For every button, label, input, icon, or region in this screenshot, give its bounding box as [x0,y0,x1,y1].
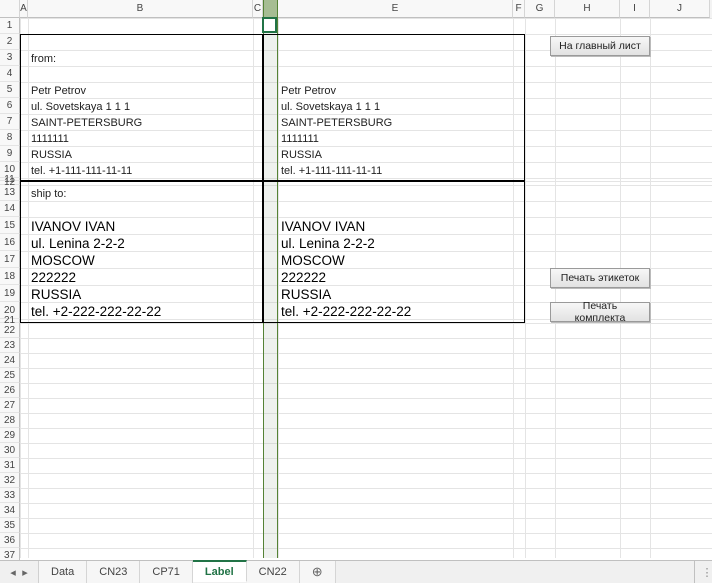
ship-country-copy: RUSSIA [278,285,334,302]
from-country-copy: RUSSIA [278,146,325,162]
column-header-A[interactable]: A [20,0,28,18]
row-header-1[interactable]: 1 [0,18,20,34]
row-header-35[interactable]: 35 [0,518,20,533]
from-name-copy: Petr Petrov [278,82,339,98]
from-tel-copy: tel. +1-111-111-11-11 [278,162,385,178]
sheet-tab-cp71[interactable]: CP71 [140,561,193,583]
row-header-23[interactable]: 23 [0,338,20,353]
from-country: RUSSIA [28,146,75,162]
row-header-9[interactable]: 9 [0,146,20,162]
from-name: Petr Petrov [28,82,89,98]
from-label: from: [28,50,59,66]
row-header-26[interactable]: 26 [0,383,20,398]
row-header-6[interactable]: 6 [0,98,20,114]
from-city-copy: SAINT-PETERSBURG [278,114,395,130]
sheet-tab-label[interactable]: Label [193,560,247,582]
from-zip: 1111111 [28,130,72,146]
ship-name: IVANOV IVAN [28,217,118,234]
sheet-tab-cn23[interactable]: CN23 [87,561,140,583]
print-set-button[interactable]: Печать комплекта [550,302,650,322]
row-header-2[interactable]: 2 [0,34,20,50]
selected-column-highlight [263,0,278,558]
ship-zip-copy: 222222 [278,268,329,285]
row-header-16[interactable]: 16 [0,234,20,251]
ship-city-copy: MOSCOW [278,251,348,268]
tab-nav: ◂ ▸ [0,561,39,583]
from-city: SAINT-PETERSBURG [28,114,145,130]
active-cell-outline [262,17,277,33]
row-header-33[interactable]: 33 [0,488,20,503]
from-tel: tel. +1-111-111-11-11 [28,162,135,178]
ship-address-copy: ul. Lenina 2-2-2 [278,234,378,251]
column-headers: ABCDEFGHIJ [0,0,712,18]
row-header-18[interactable]: 18 [0,268,20,285]
column-header-D[interactable]: D [263,0,278,18]
row-header-32[interactable]: 32 [0,473,20,488]
row-header-25[interactable]: 25 [0,368,20,383]
column-header-B[interactable]: B [28,0,253,18]
column-header-J[interactable]: J [650,0,710,18]
ship-address: ul. Lenina 2-2-2 [28,234,128,251]
row-header-19[interactable]: 19 [0,285,20,302]
row-headers: 1234567891011121314151617181920212223242… [0,18,20,578]
column-header-G[interactable]: G [525,0,555,18]
row-header-7[interactable]: 7 [0,114,20,130]
select-all-corner[interactable] [0,0,20,18]
row-header-29[interactable]: 29 [0,428,20,443]
row-header-24[interactable]: 24 [0,353,20,368]
row-header-28[interactable]: 28 [0,413,20,428]
row-header-27[interactable]: 27 [0,398,20,413]
sheet-tab-cn22[interactable]: CN22 [247,561,300,583]
column-header-C[interactable]: C [253,0,263,18]
ship-zip: 222222 [28,268,79,285]
row-header-34[interactable]: 34 [0,503,20,518]
sheet-tab-bar: ◂ ▸ DataCN23CP71LabelCN22 ⊕ ⋮ [0,560,712,583]
spreadsheet-area: ABCDEFGHIJ 12345678910111213141516171819… [0,0,712,560]
cell-grid[interactable]: from: Petr Petrov ul. Sovetskaya 1 1 1 S… [20,18,712,558]
tab-nav-next-icon[interactable]: ▸ [20,566,30,578]
row-header-22[interactable]: 22 [0,323,20,338]
from-address: ul. Sovetskaya 1 1 1 [28,98,133,114]
row-header-36[interactable]: 36 [0,533,20,548]
add-sheet-button[interactable]: ⊕ [300,561,336,583]
column-header-I[interactable]: I [620,0,650,18]
goto-main-sheet-button[interactable]: На главный лист [550,36,650,56]
ship-tel: tel. +2-222-222-22-22 [28,302,164,319]
row-header-14[interactable]: 14 [0,201,20,217]
column-header-E[interactable]: E [278,0,513,18]
column-header-H[interactable]: H [555,0,620,18]
ship-to-label: ship to: [28,185,69,201]
row-header-8[interactable]: 8 [0,130,20,146]
ship-country: RUSSIA [28,285,84,302]
tabs-holder: DataCN23CP71LabelCN22 [39,561,300,583]
print-labels-button[interactable]: Печать этикеток [550,268,650,288]
sheet-tab-data[interactable]: Data [39,561,87,583]
row-header-30[interactable]: 30 [0,443,20,458]
row-header-3[interactable]: 3 [0,50,20,66]
row-header-4[interactable]: 4 [0,66,20,82]
ship-tel-copy: tel. +2-222-222-22-22 [278,302,414,319]
from-zip-copy: 1111111 [278,130,322,146]
row-header-13[interactable]: 13 [0,185,20,201]
ship-city: MOSCOW [28,251,98,268]
tab-nav-prev-icon[interactable]: ◂ [8,566,18,578]
row-header-17[interactable]: 17 [0,251,20,268]
ship-name-copy: IVANOV IVAN [278,217,368,234]
row-header-31[interactable]: 31 [0,458,20,473]
from-address-copy: ul. Sovetskaya 1 1 1 [278,98,383,114]
row-header-15[interactable]: 15 [0,217,20,234]
column-header-F[interactable]: F [513,0,525,18]
tab-options-icon[interactable]: ⋮ [702,561,712,583]
row-header-5[interactable]: 5 [0,82,20,98]
